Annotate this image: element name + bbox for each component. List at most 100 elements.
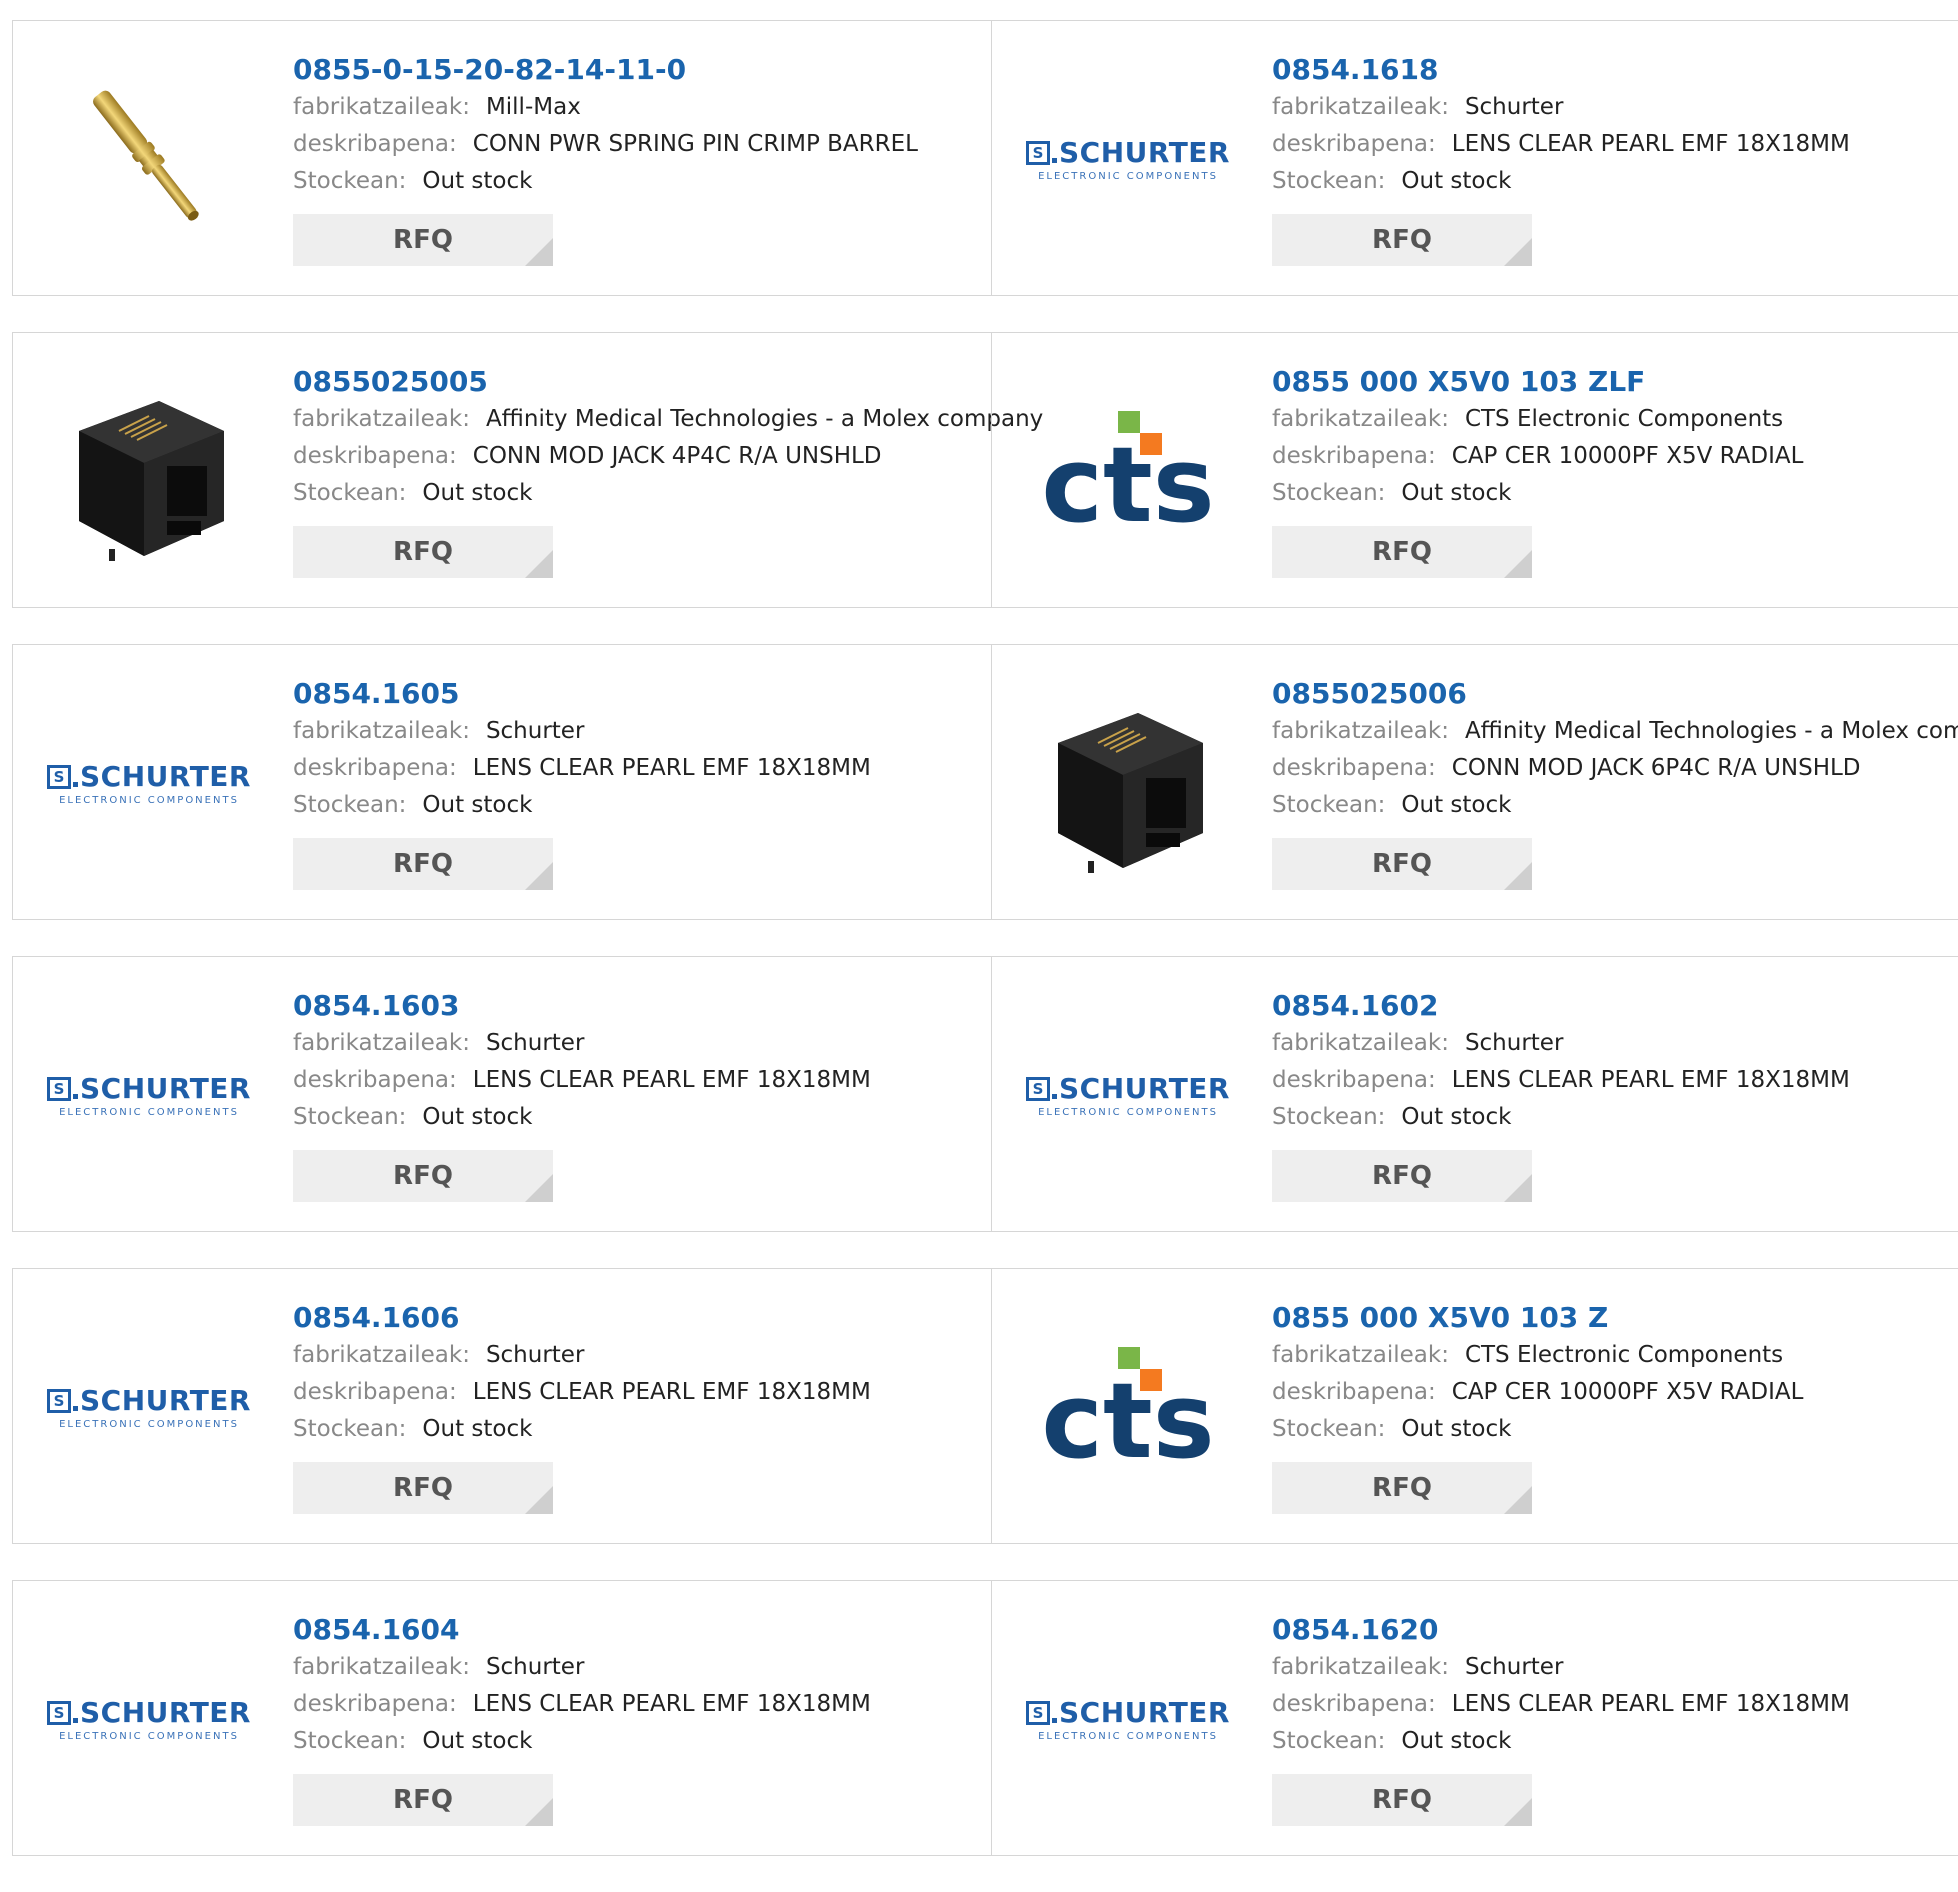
rfq-label: RFQ	[1372, 225, 1432, 255]
product-image[interactable]	[1028, 683, 1228, 883]
corner-decoration	[525, 238, 553, 266]
product-card: S SCHURTER ELECTRONIC COMPONENTS 0854.160…	[12, 644, 992, 920]
product-info: 0854.1604 fabrikatzaileak Schurter deskri…	[293, 1611, 991, 1826]
schurter-logo: S SCHURTER ELECTRONIC COMPONENTS	[47, 1384, 251, 1430]
rfq-label: RFQ	[393, 1785, 453, 1815]
stock-value: Out stock	[1401, 168, 1512, 194]
product-info: 0854.1603 fabrikatzaileak Schurter deskri…	[293, 987, 991, 1202]
product-image[interactable]: S SCHURTER ELECTRONIC COMPONENTS	[47, 683, 251, 883]
rfq-button[interactable]: RFQ	[293, 1774, 553, 1826]
schurter-logo: S SCHURTER ELECTRONIC COMPONENTS	[1026, 1072, 1230, 1118]
product-image[interactable]	[49, 59, 249, 259]
description-label: deskribapena	[293, 1379, 457, 1405]
part-number-link[interactable]: 0854.1603	[293, 987, 991, 1025]
product-card: cts 0855 000 X5V0 103 ZLF fabrikatzailea…	[991, 332, 1958, 608]
rfq-button[interactable]: RFQ	[293, 214, 553, 266]
stock-label: Stockean	[1272, 168, 1385, 194]
product-list: 0855-0-15-20-82-14-11-0 fabrikatzaileak M…	[12, 20, 1958, 1892]
product-image[interactable]: S SCHURTER ELECTRONIC COMPONENTS	[47, 1619, 251, 1819]
schurter-subtitle: ELECTRONIC COMPONENTS	[1038, 171, 1218, 182]
description-value: CONN MOD JACK 4P4C R/A UNSHLD	[472, 443, 882, 469]
product-image[interactable]: S SCHURTER ELECTRONIC COMPONENTS	[1026, 995, 1230, 1195]
rfq-button[interactable]: RFQ	[1272, 1150, 1532, 1202]
product-image[interactable]: S SCHURTER ELECTRONIC COMPONENTS	[1026, 1619, 1230, 1819]
schurter-wordmark: SCHURTER	[1059, 1072, 1230, 1105]
rfq-button[interactable]: RFQ	[293, 838, 553, 890]
product-image[interactable]: cts	[1028, 1307, 1228, 1507]
rfq-button[interactable]: RFQ	[293, 1150, 553, 1202]
manufacturer-line: fabrikatzaileak Affinity Medical Technolo…	[1272, 713, 1958, 750]
manufacturer-label: fabrikatzaileak	[293, 406, 470, 432]
part-number-link[interactable]: 0854.1606	[293, 1299, 991, 1337]
corner-decoration	[525, 1486, 553, 1514]
description-line: deskribapena LENS CLEAR PEARL EMF 18X18MM	[1272, 126, 1958, 163]
manufacturer-line: fabrikatzaileak Schurter	[293, 1649, 991, 1686]
manufacturer-label: fabrikatzaileak	[293, 1654, 470, 1680]
rfq-label: RFQ	[1372, 1161, 1432, 1191]
manufacturer-value: Mill-Max	[485, 94, 581, 120]
description-label: deskribapena	[293, 755, 457, 781]
product-info: 0855 000 X5V0 103 ZLF fabrikatzaileak CTS…	[1272, 363, 1958, 578]
product-info: 0855025005 fabrikatzaileak Affinity Medic…	[293, 363, 1043, 578]
description-line: deskribapena LENS CLEAR PEARL EMF 18X18MM	[293, 1062, 991, 1099]
manufacturer-value: Schurter	[485, 1654, 585, 1680]
stock-value: Out stock	[422, 168, 533, 194]
description-label: deskribapena	[293, 1691, 457, 1717]
description-value: LENS CLEAR PEARL EMF 18X18MM	[1451, 1691, 1850, 1717]
part-number-link[interactable]: 0854.1604	[293, 1611, 991, 1649]
corner-decoration	[1504, 550, 1532, 578]
stock-value: Out stock	[422, 792, 533, 818]
manufacturer-value: Schurter	[485, 718, 585, 744]
description-line: deskribapena LENS CLEAR PEARL EMF 18X18MM	[1272, 1686, 1958, 1723]
part-number-link[interactable]: 0854.1620	[1272, 1611, 1958, 1649]
schurter-mark: S	[47, 1700, 72, 1725]
rfq-button[interactable]: RFQ	[293, 526, 553, 578]
description-label: deskribapena	[1272, 1067, 1436, 1093]
schurter-logo: S SCHURTER ELECTRONIC COMPONENTS	[47, 760, 251, 806]
description-value: LENS CLEAR PEARL EMF 18X18MM	[472, 1067, 871, 1093]
part-number-link[interactable]: 0855025005	[293, 363, 991, 401]
product-row: 0855025005 fabrikatzaileak Affinity Medic…	[12, 332, 1958, 608]
rfq-button[interactable]: RFQ	[1272, 1774, 1532, 1826]
corner-decoration	[1504, 238, 1532, 266]
schurter-mark: S	[1026, 1076, 1051, 1101]
product-image[interactable]	[49, 371, 249, 571]
part-number-link[interactable]: 0854.1602	[1272, 987, 1958, 1025]
part-number-link[interactable]: 0854.1618	[1272, 51, 1958, 89]
schurter-mark: S	[47, 1388, 72, 1413]
description-line: deskribapena LENS CLEAR PEARL EMF 18X18MM	[293, 750, 991, 787]
description-line: deskribapena CONN MOD JACK 4P4C R/A UNSHL…	[293, 438, 991, 475]
manufacturer-line: fabrikatzaileak CTS Electronic Components	[1272, 1337, 1958, 1374]
rfq-button[interactable]: RFQ	[1272, 838, 1532, 890]
stock-line: Stockean Out stock	[1272, 787, 1958, 824]
part-number-link[interactable]: 0855-0-15-20-82-14-11-0	[293, 51, 991, 89]
part-number-link[interactable]: 0854.1605	[293, 675, 991, 713]
product-image[interactable]: S SCHURTER ELECTRONIC COMPONENTS	[47, 1307, 251, 1507]
product-image[interactable]: S SCHURTER ELECTRONIC COMPONENTS	[47, 995, 251, 1195]
product-image[interactable]: cts	[1028, 371, 1228, 571]
schurter-wordmark: SCHURTER	[80, 1072, 251, 1105]
rfq-button[interactable]: RFQ	[1272, 214, 1532, 266]
product-image[interactable]: S SCHURTER ELECTRONIC COMPONENTS	[1026, 59, 1230, 259]
schurter-mark: S	[47, 764, 72, 789]
rfq-button[interactable]: RFQ	[1272, 526, 1532, 578]
description-value: LENS CLEAR PEARL EMF 18X18MM	[1451, 131, 1850, 157]
part-number-link[interactable]: 0855 000 X5V0 103 Z	[1272, 1299, 1958, 1337]
manufacturer-value: Affinity Medical Technologies - a Molex …	[1464, 718, 1958, 744]
description-line: deskribapena CAP CER 10000PF X5V RADIAL	[1272, 438, 1958, 475]
product-card: S SCHURTER ELECTRONIC COMPONENTS 0854.161…	[991, 20, 1958, 296]
description-value: LENS CLEAR PEARL EMF 18X18MM	[472, 755, 871, 781]
schurter-subtitle: ELECTRONIC COMPONENTS	[59, 795, 239, 806]
stock-label: Stockean	[1272, 1104, 1385, 1130]
stock-label: Stockean	[1272, 480, 1385, 506]
rfq-button[interactable]: RFQ	[293, 1462, 553, 1514]
part-number-link[interactable]: 0855025006	[1272, 675, 1958, 713]
corner-decoration	[525, 1798, 553, 1826]
part-number-link[interactable]: 0855 000 X5V0 103 ZLF	[1272, 363, 1958, 401]
stock-value: Out stock	[1401, 792, 1512, 818]
corner-decoration	[1504, 1174, 1532, 1202]
cts-wordmark: cts	[1041, 1360, 1214, 1467]
stock-label: Stockean	[293, 792, 406, 818]
cts-logo: cts	[1041, 411, 1215, 531]
rfq-button[interactable]: RFQ	[1272, 1462, 1532, 1514]
